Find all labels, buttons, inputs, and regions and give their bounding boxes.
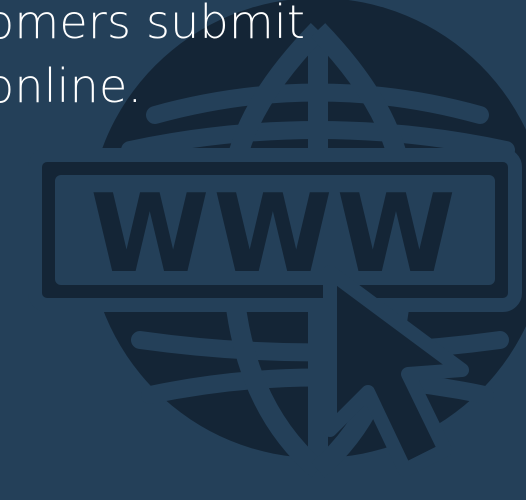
slide-caption: omers submit online. (0, 0, 406, 118)
www-box-icon: WWW (28, 148, 522, 312)
www-text: WWW (90, 172, 459, 297)
caption-line-1: omers submit (0, 0, 306, 49)
caption-line-2: online. (0, 59, 143, 113)
